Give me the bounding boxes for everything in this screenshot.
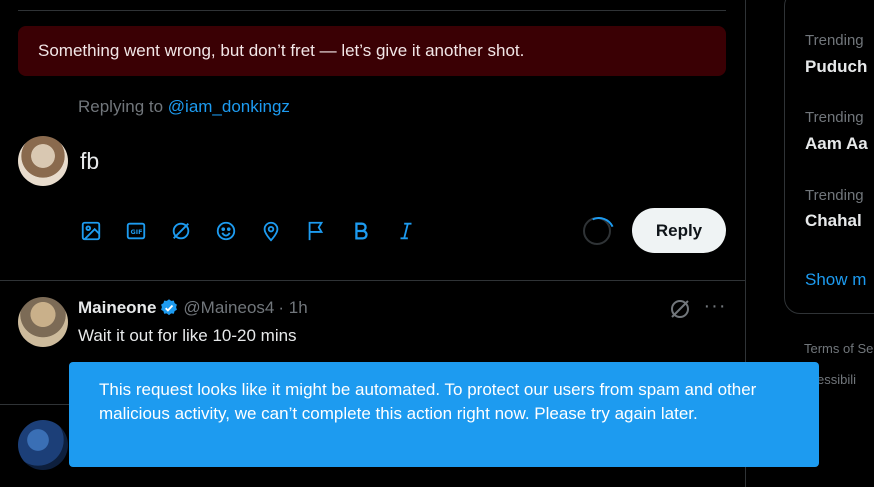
trend-meta: Trending bbox=[805, 187, 864, 204]
show-more-link[interactable]: Show m bbox=[805, 270, 866, 290]
replying-to: Replying to @iam_donkingz bbox=[78, 97, 290, 117]
error-banner-text: Something went wrong, but don’t fret — l… bbox=[38, 41, 525, 60]
trend-item[interactable]: Chahal bbox=[805, 211, 862, 231]
trend-item[interactable]: Aam Aa bbox=[805, 134, 868, 154]
emoji-icon[interactable] bbox=[215, 214, 260, 248]
grok-icon[interactable] bbox=[668, 297, 692, 321]
post-time[interactable]: · 1h bbox=[278, 298, 307, 318]
avatar[interactable] bbox=[18, 136, 68, 186]
post-text: Wait it out for like 10-20 mins bbox=[78, 326, 297, 345]
replying-to-handle[interactable]: @iam_donkingz bbox=[168, 97, 290, 116]
avatar[interactable] bbox=[18, 297, 68, 347]
trend-item[interactable]: Puduch bbox=[805, 57, 867, 77]
divider bbox=[18, 10, 726, 11]
more-options-icon[interactable]: ··· bbox=[703, 296, 727, 321]
gif-icon[interactable]: GIF bbox=[125, 214, 170, 248]
grok-icon[interactable] bbox=[170, 214, 215, 248]
error-toast: This request looks like it might be auto… bbox=[69, 362, 819, 467]
italic-icon[interactable] bbox=[395, 214, 440, 248]
post-author-handle[interactable]: @Maineos4 bbox=[183, 298, 274, 318]
post-author-name[interactable]: Maineone bbox=[78, 298, 156, 318]
trend-meta: Trending bbox=[805, 32, 864, 49]
reply-compose-input[interactable]: fb bbox=[80, 148, 99, 175]
verified-badge-icon bbox=[161, 299, 178, 316]
compose-toolbar: GIF bbox=[80, 214, 440, 248]
location-icon[interactable] bbox=[260, 214, 305, 248]
footer-terms-link[interactable]: Terms of Se bbox=[804, 341, 873, 356]
error-banner: Something went wrong, but don’t fret — l… bbox=[18, 26, 726, 76]
reply-button[interactable]: Reply bbox=[632, 208, 726, 253]
bold-icon[interactable] bbox=[350, 214, 395, 248]
avatar[interactable] bbox=[18, 420, 68, 470]
replying-to-prefix: Replying to bbox=[78, 97, 168, 116]
divider bbox=[0, 280, 746, 281]
trend-meta: Trending bbox=[805, 109, 864, 126]
post-header: Maineone @Maineos4 · 1h bbox=[78, 298, 308, 318]
svg-text:GIF: GIF bbox=[131, 228, 143, 236]
image-icon[interactable] bbox=[80, 214, 125, 248]
character-count-ring bbox=[583, 217, 611, 245]
flag-icon[interactable] bbox=[305, 214, 350, 248]
error-toast-text: This request looks like it might be auto… bbox=[99, 380, 757, 423]
